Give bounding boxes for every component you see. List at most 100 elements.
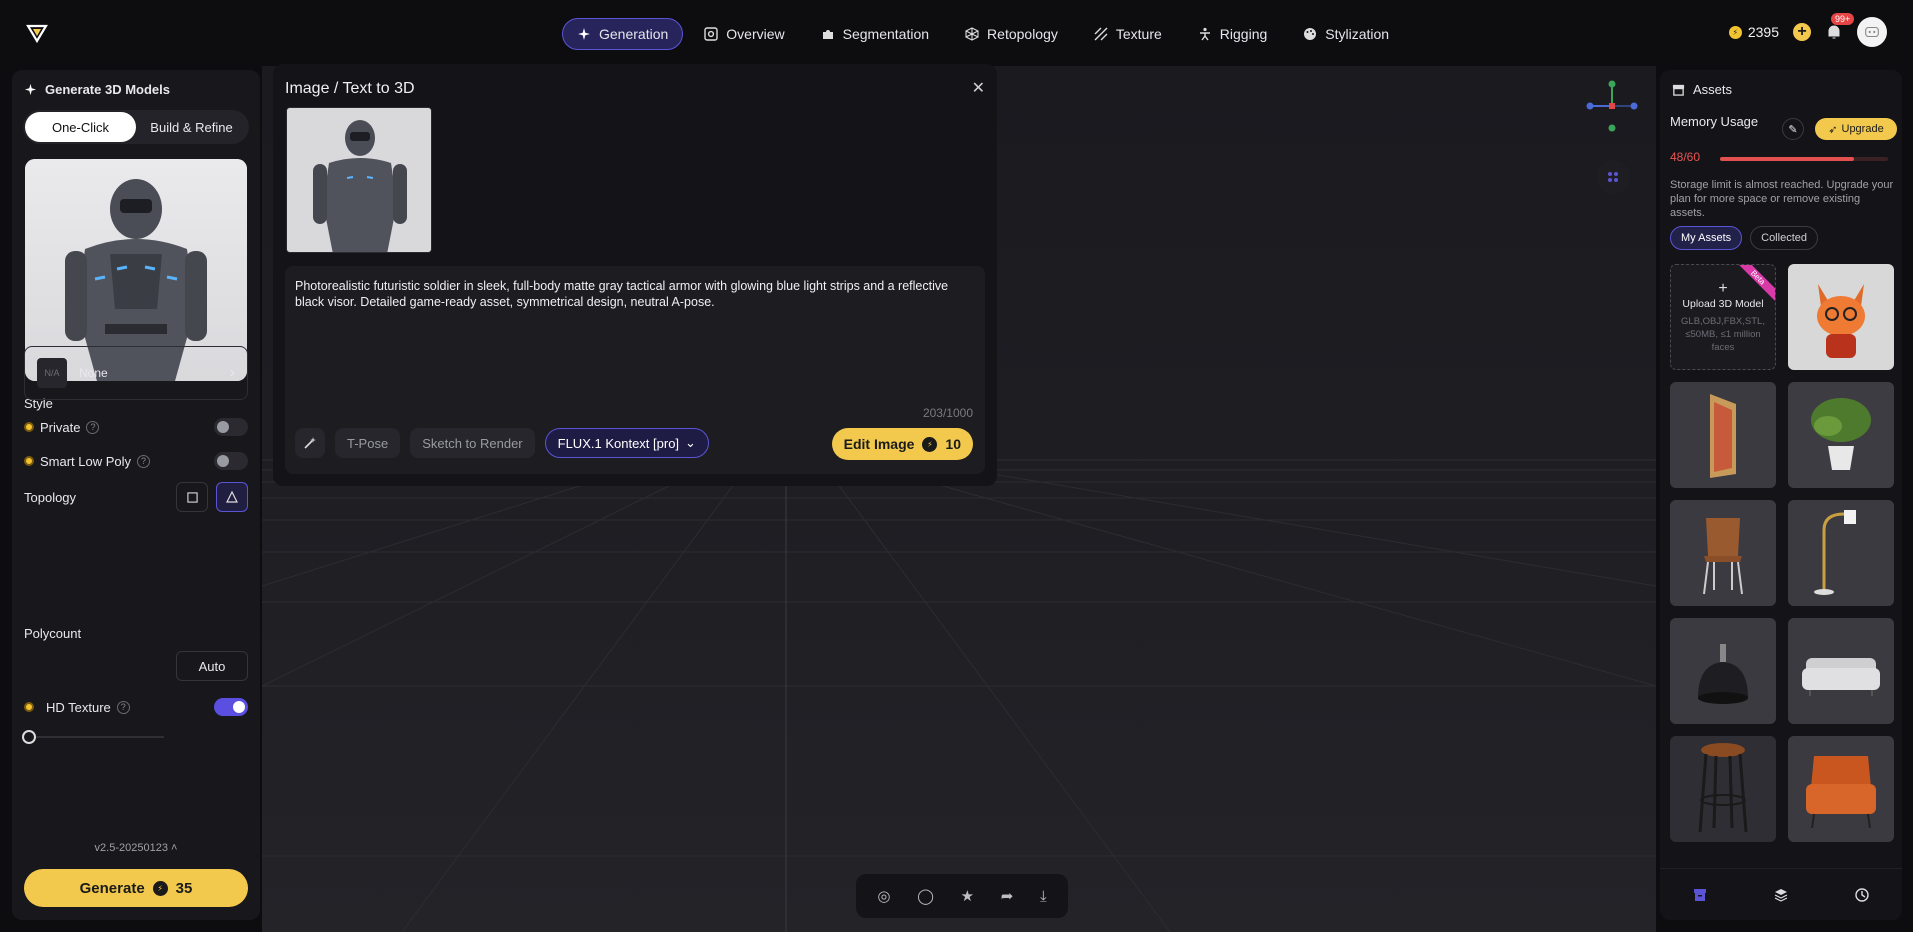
help-icon[interactable]: ? — [86, 420, 100, 434]
nav-label: Retopology — [987, 26, 1058, 42]
archive-icon[interactable] — [1692, 887, 1708, 903]
history-icon[interactable] — [1854, 887, 1870, 903]
edit-image-button[interactable]: Edit Image ⚡ 10 — [831, 428, 973, 460]
layers-icon[interactable] — [1773, 887, 1789, 903]
potted-plant-thumb — [1788, 382, 1894, 488]
tpose-button[interactable]: T-Pose — [335, 428, 401, 458]
nav-rigging[interactable]: Rigging — [1183, 18, 1282, 50]
nav-label: Rigging — [1219, 26, 1268, 42]
image-text-to-3d-dialog: Image / Text to 3D ✕ Photorealistic futu… — [273, 64, 997, 486]
wrench-icon[interactable]: ✎ — [1782, 118, 1804, 140]
chevron-down-icon: ⌄ — [685, 435, 696, 450]
version-selector[interactable]: v2.5-20250123 ˄ — [12, 842, 260, 854]
topology-quad-button[interactable] — [176, 482, 208, 512]
scan-icon — [704, 27, 718, 41]
logo-icon[interactable] — [26, 22, 48, 44]
asset-tile[interactable] — [1788, 618, 1894, 724]
download-icon[interactable]: ⤓ — [1040, 888, 1047, 905]
credits-balance[interactable]: ⚡ 2395 — [1728, 24, 1779, 40]
cube-mesh-icon — [965, 27, 979, 41]
slider-handle[interactable] — [22, 730, 36, 744]
generate-label: Generate — [79, 879, 145, 897]
asset-tile[interactable] — [1670, 736, 1776, 842]
upgrade-button[interactable]: ➶ Upgrade — [1815, 118, 1897, 140]
premium-icon — [24, 422, 34, 432]
asset-tile[interactable] — [1788, 382, 1894, 488]
asset-tile[interactable] — [1670, 618, 1776, 724]
storage-warning: Storage limit is almost reached. Upgrade… — [1670, 179, 1894, 219]
style-selector[interactable]: N/A None › — [24, 346, 248, 400]
sketch-to-render-button[interactable]: Sketch to Render — [410, 428, 535, 458]
share-icon[interactable]: ➦ — [1001, 887, 1014, 905]
notification-button[interactable]: 99+ — [1825, 13, 1855, 41]
avatar[interactable] — [1857, 17, 1887, 47]
add-credits-button[interactable]: + — [1793, 23, 1811, 41]
globe-icon[interactable]: ◎ — [877, 887, 890, 905]
polycount-slider[interactable] — [22, 730, 164, 744]
mode-one-click[interactable]: One-Click — [25, 112, 136, 142]
topology-triangle-button[interactable] — [216, 482, 248, 512]
close-icon[interactable]: ✕ — [972, 78, 985, 98]
tab-collected[interactable]: Collected — [1750, 226, 1818, 250]
sparkle-icon — [24, 83, 37, 96]
floor-lamp-thumb — [1788, 500, 1894, 606]
box-icon — [1672, 84, 1685, 96]
figure-icon — [1199, 27, 1210, 41]
asset-tile[interactable] — [1788, 736, 1894, 842]
magic-wand-button[interactable] — [295, 428, 325, 458]
private-toggle[interactable] — [214, 418, 248, 436]
user-avatar-icon — [1865, 26, 1879, 38]
nav-segmentation[interactable]: Segmentation — [806, 18, 944, 50]
asset-tile[interactable] — [1788, 264, 1894, 370]
prompt-textarea[interactable]: Photorealistic futuristic soldier in sle… — [285, 266, 985, 474]
smart-low-poly-toggle[interactable] — [214, 452, 248, 470]
polycount-input[interactable]: Auto — [176, 651, 248, 681]
generate-button[interactable]: Generate ⚡ 35 — [24, 869, 248, 907]
framed-painting-thumb — [1670, 382, 1776, 488]
assets-grid: Beta + Upload 3D Model GLB,OBJ,FBX,STL, … — [1670, 264, 1894, 842]
tab-my-assets[interactable]: My Assets — [1670, 226, 1743, 250]
prompt-text[interactable]: Photorealistic futuristic soldier in sle… — [295, 278, 975, 310]
axis-gizmo[interactable] — [1584, 78, 1640, 134]
coin-icon: ⚡ — [1728, 25, 1742, 39]
generate-cost: 35 — [175, 879, 193, 897]
asset-tile[interactable] — [1670, 500, 1776, 606]
asset-tile[interactable] — [1788, 500, 1894, 606]
panel-title-text: Generate 3D Models — [45, 82, 170, 97]
rocket-icon: ➶ — [1828, 123, 1838, 136]
hd-texture-toggle[interactable] — [214, 698, 248, 716]
help-icon[interactable]: ? — [137, 454, 151, 468]
memory-usage-label: Memory Usage — [1670, 114, 1759, 129]
polycount-label: Polycount — [24, 626, 82, 641]
upload-formats: GLB,OBJ,FBX,STL, ≤50MB, ≤1 million faces — [1681, 316, 1765, 353]
nav-generation[interactable]: Generation — [562, 18, 684, 50]
assets-title: Assets — [1672, 82, 1732, 97]
style-value: None — [79, 366, 108, 380]
reference-image-thumbnail[interactable] — [286, 107, 432, 253]
version-text: v2.5-20250123 — [94, 842, 168, 854]
pendant-lamp-thumb — [1670, 618, 1776, 724]
upload-model-tile[interactable]: Beta + Upload 3D Model GLB,OBJ,FBX,STL, … — [1670, 264, 1776, 370]
nav-texture[interactable]: Texture — [1079, 18, 1177, 50]
fox-character-thumb — [1788, 264, 1894, 370]
plus-icon: + — [1718, 280, 1728, 297]
smart-low-poly-label: Smart Low Poly — [40, 453, 132, 469]
bell-icon — [1828, 25, 1840, 39]
armor-figure-thumbnail — [287, 108, 431, 252]
nav-label: Segmentation — [842, 26, 930, 42]
mode-build-refine[interactable]: Build & Refine — [136, 112, 247, 142]
nav-overview[interactable]: Overview — [689, 18, 799, 50]
help-icon[interactable]: ? — [116, 700, 130, 714]
asset-tile[interactable] — [1670, 382, 1776, 488]
square-icon — [186, 491, 198, 503]
private-label: Private — [40, 419, 81, 435]
model-selector[interactable]: FLUX.1 Kontext [pro] ⌄ — [544, 428, 709, 458]
left-panel: Generate 3D Models One-Click Build & Ref… — [12, 70, 260, 920]
sphere-icon[interactable]: ◯ — [917, 887, 934, 905]
mode-switch: One-Click Build & Refine — [23, 110, 249, 144]
nav-retopology[interactable]: Retopology — [950, 18, 1073, 50]
assets-panel: Assets Memory Usage ✎ ➶ Upgrade 48/60 St… — [1660, 70, 1902, 920]
nav-stylization[interactable]: Stylization — [1288, 18, 1404, 50]
viewport-settings-button[interactable] — [1596, 160, 1630, 194]
star-icon[interactable]: ★ — [961, 887, 974, 905]
